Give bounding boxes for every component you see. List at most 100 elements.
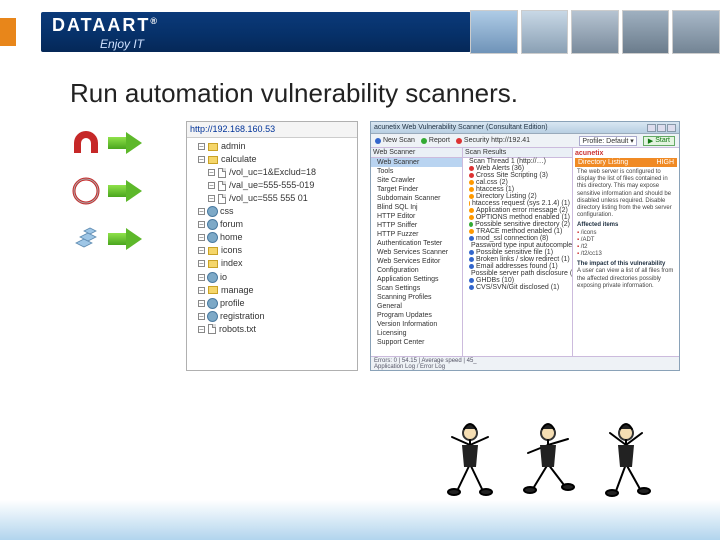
- result-item-label: Possible sensitive file (1): [476, 249, 553, 256]
- severity-dot-icon: [469, 180, 474, 185]
- tree-item[interactable]: –/vol_uc=1&Exclud=18: [190, 166, 354, 179]
- nav-item[interactable]: Program Updates: [371, 311, 462, 320]
- nav-item[interactable]: Site Crawler: [371, 176, 462, 185]
- result-item[interactable]: Directory Listing (2): [463, 193, 572, 200]
- tree-item-label: manage: [221, 284, 254, 297]
- result-item[interactable]: mod_ssl connection (8): [463, 235, 572, 242]
- tree-toggle-icon[interactable]: –: [208, 169, 215, 176]
- result-item[interactable]: TRACE method enabled (1): [463, 228, 572, 235]
- tree-item[interactable]: –/vol_uc=555 555 01: [190, 192, 354, 205]
- nav-item[interactable]: Blind SQL Inj: [371, 203, 462, 212]
- nav-item[interactable]: HTTP Fuzzer: [371, 230, 462, 239]
- tree-item[interactable]: –io: [190, 271, 354, 284]
- tree-item[interactable]: – manage: [190, 284, 354, 297]
- result-item-label: Broken links / slow redirect (1): [476, 256, 570, 263]
- impact-header: The impact of this vulnerability: [577, 261, 675, 268]
- page-icon: [208, 324, 216, 334]
- minimize-button[interactable]: [647, 124, 656, 132]
- nav-item[interactable]: HTTP Editor: [371, 212, 462, 221]
- nav-item[interactable]: Scanning Profiles: [371, 293, 462, 302]
- detail-header: Directory Listing HIGH: [575, 158, 677, 167]
- tree-toggle-icon[interactable]: –: [198, 260, 205, 267]
- folder-icon: [208, 260, 218, 268]
- severity-dot-icon: [469, 250, 474, 255]
- result-item[interactable]: Web Alerts (36): [463, 165, 572, 172]
- scanner-toolbar: New Scan Report Security http://192.41 P…: [371, 134, 679, 148]
- nav-item[interactable]: Web Services Editor: [371, 257, 462, 266]
- result-item[interactable]: Password type input autocomplete (1): [463, 242, 572, 249]
- tree-item[interactable]: –icons: [190, 244, 354, 257]
- tree-toggle-icon[interactable]: –: [198, 143, 205, 150]
- tree-toggle-icon[interactable]: –: [198, 247, 205, 254]
- tree-toggle-icon[interactable]: –: [198, 274, 205, 281]
- tree-item[interactable]: –css: [190, 205, 354, 218]
- tree-item[interactable]: –/val_ue=555-555-019: [190, 179, 354, 192]
- result-item-label: Cross Site Scripting (3): [476, 172, 548, 179]
- tree-item[interactable]: –forum: [190, 218, 354, 231]
- scanner-brand: acunetix: [575, 150, 677, 158]
- nav-item[interactable]: Application Settings: [371, 275, 462, 284]
- tree-toggle-icon[interactable]: –: [208, 195, 215, 202]
- result-item[interactable]: Possible sensitive file (1): [463, 249, 572, 256]
- nav-item[interactable]: Tools: [371, 167, 462, 176]
- profile-select[interactable]: Profile: Default ▾: [579, 136, 636, 146]
- scanner-nav-header: Web Scanner: [371, 148, 462, 158]
- nav-item[interactable]: Scan Settings: [371, 284, 462, 293]
- result-item[interactable]: Email addresses found (1): [463, 263, 572, 270]
- result-item[interactable]: Possible sensitive directory (2): [463, 221, 572, 228]
- nav-item[interactable]: Subdomain Scanner: [371, 194, 462, 203]
- ring-icon: [70, 175, 102, 207]
- maximize-button[interactable]: [657, 124, 666, 132]
- tree-toggle-icon[interactable]: –: [198, 208, 205, 215]
- close-button[interactable]: [667, 124, 676, 132]
- nav-item[interactable]: HTTP Sniffer: [371, 221, 462, 230]
- tree-item[interactable]: –profile: [190, 297, 354, 310]
- tree-toggle-icon[interactable]: –: [208, 182, 215, 189]
- result-item-label: CVS/SVN/Git disclosed (1): [476, 284, 559, 291]
- nav-item[interactable]: Support Center: [371, 338, 462, 347]
- tree-toggle-icon[interactable]: –: [198, 156, 205, 163]
- scanner-nav-panel: Web Scanner Web ScannerToolsSite Crawler…: [371, 148, 463, 356]
- result-item[interactable]: htaccess request (sys 2.1.4) (1): [463, 200, 572, 207]
- tree-item[interactable]: –home: [190, 231, 354, 244]
- nav-item[interactable]: Authentication Tester: [371, 239, 462, 248]
- result-item[interactable]: Broken links / slow redirect (1): [463, 256, 572, 263]
- security-link[interactable]: Security http://192.41: [456, 137, 530, 144]
- tree-toggle-icon[interactable]: –: [198, 287, 205, 294]
- result-item[interactable]: GHDBs (10): [463, 277, 572, 284]
- report-button[interactable]: Report: [421, 137, 450, 144]
- result-item[interactable]: htaccess (1): [463, 186, 572, 193]
- tree-toggle-icon[interactable]: –: [198, 221, 205, 228]
- nav-item[interactable]: Configuration: [371, 266, 462, 275]
- result-item[interactable]: OPTIONS method enabled (1): [463, 214, 572, 221]
- nav-item[interactable]: Licensing: [371, 329, 462, 338]
- tree-item[interactable]: – admin: [190, 140, 354, 153]
- tree-toggle-icon[interactable]: –: [198, 234, 205, 241]
- tree-toggle-icon[interactable]: –: [198, 326, 205, 333]
- tree-toggle-icon[interactable]: –: [198, 313, 205, 320]
- result-item[interactable]: cal.css (2): [463, 179, 572, 186]
- result-item[interactable]: Cross Site Scripting (3): [463, 172, 572, 179]
- tree-item-label: registration: [220, 310, 265, 323]
- tree-item[interactable]: –calculate: [190, 153, 354, 166]
- nav-item[interactable]: Target Finder: [371, 185, 462, 194]
- tree-item-label: admin: [221, 140, 246, 153]
- result-item[interactable]: Possible server path disclosure (1): [463, 270, 572, 277]
- profile-label: Profile:: [582, 138, 604, 145]
- severity-dot-icon: [469, 222, 473, 227]
- nav-item[interactable]: General: [371, 302, 462, 311]
- nav-item[interactable]: Web Scanner: [371, 158, 462, 167]
- start-button[interactable]: ▶ Start: [643, 136, 675, 146]
- result-item-label: Possible server path disclosure (1): [471, 270, 573, 277]
- nav-item[interactable]: Version Information: [371, 320, 462, 329]
- tree-item[interactable]: –index: [190, 257, 354, 270]
- footer-gradient: [0, 500, 720, 540]
- result-item[interactable]: CVS/SVN/Git disclosed (1): [463, 284, 572, 291]
- tree-item[interactable]: – registration: [190, 310, 354, 323]
- result-item[interactable]: Application error message (2): [463, 207, 572, 214]
- nav-item[interactable]: Web Services Scanner: [371, 248, 462, 257]
- tree-item[interactable]: –robots.txt: [190, 323, 354, 336]
- result-item[interactable]: Scan Thread 1 (http://…): [463, 158, 572, 165]
- tree-toggle-icon[interactable]: –: [198, 300, 205, 307]
- new-scan-button[interactable]: New Scan: [375, 137, 415, 144]
